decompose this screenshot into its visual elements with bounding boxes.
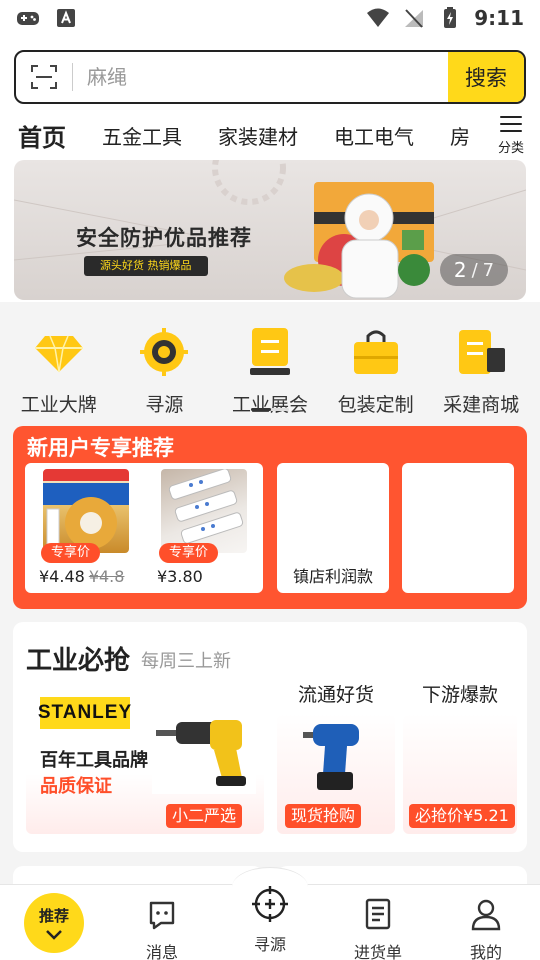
- nav-purchase-list[interactable]: 进货单: [338, 885, 418, 960]
- product-price-current: ¥3.80: [157, 567, 203, 586]
- user-icon: [471, 899, 501, 931]
- exclusive-price-badge: 专享价: [159, 543, 219, 563]
- exclusive-price-badge: 专享价: [41, 543, 101, 563]
- power-strip-illustration: [168, 469, 244, 544]
- target-icon: [140, 328, 189, 376]
- banner-area: 安全防护优品推荐 源头好货 热销爆品 2 / 7: [0, 156, 540, 302]
- nav-purchase-list-label: 进货单: [353, 943, 402, 960]
- tab-building-materials[interactable]: 家装建材: [218, 121, 298, 150]
- stanley-logo: STANLEY: [37, 697, 133, 729]
- list-icon: [365, 898, 391, 930]
- must-grab-subtitle: 每周三上新: [141, 651, 231, 672]
- bottom-nav: 推荐 消息 寻源 进货单 我的: [0, 867, 540, 960]
- font-icon: [57, 9, 75, 27]
- status-bar: 9:11: [0, 0, 540, 36]
- quick-link-label: 工业展会: [231, 394, 308, 416]
- deal-price-tag: 必抢价¥5.21: [409, 804, 515, 828]
- quick-link-exhibition[interactable]: 工业展会: [222, 320, 318, 416]
- search-input[interactable]: [73, 52, 448, 102]
- banner-pager-current: 2: [453, 258, 467, 282]
- nav-messages-label: 消息: [145, 943, 178, 960]
- next-card-peek-left: [13, 866, 263, 886]
- crosshair-icon: [252, 886, 288, 922]
- banner-pager-total: 7: [482, 259, 495, 281]
- scan-icon[interactable]: [16, 52, 72, 102]
- category-tabs: 首页 五金工具 家装建材 电工电气 房: [0, 112, 478, 158]
- store-icon: [459, 330, 506, 374]
- store-profit-label: 镇店利润款: [292, 567, 373, 586]
- promo-banner[interactable]: 安全防护优品推荐 源头好货 热销爆品 2 / 7: [14, 160, 526, 300]
- quick-link-label: 采建商城: [443, 394, 520, 416]
- product-price: ¥4.48 ¥4.8: [39, 567, 124, 586]
- must-grab-title: 工业必抢: [26, 646, 131, 676]
- exhibition-icon: [249, 328, 290, 375]
- tab-home[interactable]: 首页: [18, 118, 66, 158]
- quality-guarantee: 品质保证: [40, 776, 112, 797]
- hammer-drill-image: [152, 698, 256, 794]
- nav-sourcing[interactable]: 寻源: [230, 885, 310, 955]
- blank-promo-card[interactable]: [402, 463, 514, 593]
- quick-link-brands[interactable]: 工业大牌: [11, 320, 107, 416]
- tape-illustration: [43, 469, 129, 550]
- must-grab-section: 工业必抢 每周三上新 STANLEY 百年工具品牌 品质保证 小二严选 流通好货…: [13, 622, 527, 852]
- nav-profile-label: 我的: [469, 943, 502, 960]
- nav-messages[interactable]: 消息: [122, 885, 202, 960]
- cordless-drill-image: [303, 724, 359, 790]
- new-user-title: 新用户专享推荐: [27, 436, 174, 460]
- menu-icon: [500, 116, 522, 132]
- downstream-hot-caption: 下游爆款: [421, 684, 498, 706]
- bag-icon: [353, 330, 398, 374]
- editor-pick-tag: 小二严选: [165, 804, 242, 828]
- diamond-icon: [34, 335, 83, 373]
- clock: 9:11: [474, 6, 524, 30]
- next-card-peek-right: [277, 866, 527, 886]
- product-image-tape[interactable]: [43, 469, 129, 553]
- search-bar: 搜索: [14, 50, 526, 104]
- quick-link-mall[interactable]: 采建商城: [433, 320, 529, 416]
- category-button[interactable]: 分类: [490, 114, 532, 158]
- hot-goods-caption: 流通好货: [297, 684, 374, 706]
- gamepad-icon: [17, 12, 39, 25]
- product-image-power-strip[interactable]: [161, 469, 247, 553]
- quick-link-label: 工业大牌: [20, 394, 97, 416]
- in-stock-tag: 现货抢购: [285, 804, 362, 828]
- product-price: ¥3.80: [157, 567, 203, 586]
- quick-link-label: 包装定制: [337, 394, 414, 416]
- product-price-original: ¥4.8: [88, 567, 125, 586]
- downstream-hot-card[interactable]: 下游爆款 必抢价¥5.21: [403, 674, 517, 834]
- tab-electrical[interactable]: 电工电气: [334, 121, 414, 150]
- banner-pager-separator: /: [471, 259, 478, 281]
- tab-more[interactable]: 房: [450, 121, 470, 150]
- wifi-icon: [367, 8, 390, 27]
- tab-hardware-tools[interactable]: 五金工具: [102, 121, 182, 150]
- brand-slogan: 百年工具品牌: [40, 750, 148, 771]
- search-button[interactable]: 搜索: [448, 52, 524, 102]
- quick-link-label: 寻源: [145, 394, 184, 416]
- brand-promo-card[interactable]: STANLEY 百年工具品牌 品质保证 小二严选: [26, 684, 264, 834]
- banner-pager: 2 / 7: [440, 254, 508, 286]
- nav-recommend-label: 推荐: [38, 907, 69, 925]
- nav-profile[interactable]: 我的: [446, 885, 526, 960]
- category-button-label: 分类: [497, 141, 524, 156]
- new-user-section: 新用户专享推荐 专享价 ¥4.48 ¥4.8 专享价 ¥3.80 镇店利润款: [13, 426, 527, 609]
- battery-charging-icon: [444, 7, 457, 28]
- message-icon: [149, 901, 175, 930]
- product-price-current: ¥4.48: [39, 567, 85, 586]
- nav-sourcing-label: 寻源: [253, 935, 286, 954]
- hot-goods-card[interactable]: 流通好货 现货抢购: [277, 674, 395, 834]
- banner-title: 安全防护优品推荐: [76, 226, 252, 250]
- no-signal-icon: [405, 9, 424, 28]
- stanley-logo-text: STANLEY: [37, 702, 133, 723]
- banner-tagline: 源头好货 热销爆品: [84, 256, 208, 276]
- quick-link-packaging[interactable]: 包装定制: [328, 320, 424, 416]
- store-profit-card[interactable]: 镇店利润款: [277, 463, 389, 593]
- nav-recommend[interactable]: 推荐: [24, 893, 84, 953]
- quick-link-sourcing[interactable]: 寻源: [116, 320, 212, 416]
- quick-links: 工业大牌 寻源 工业展会 包装定制 采建商城: [0, 320, 540, 416]
- chevron-down-icon: [46, 930, 62, 940]
- new-user-products-card: 专享价 ¥4.48 ¥4.8 专享价 ¥3.80: [25, 463, 263, 593]
- quick-links-scroll-indicator: [251, 408, 289, 411]
